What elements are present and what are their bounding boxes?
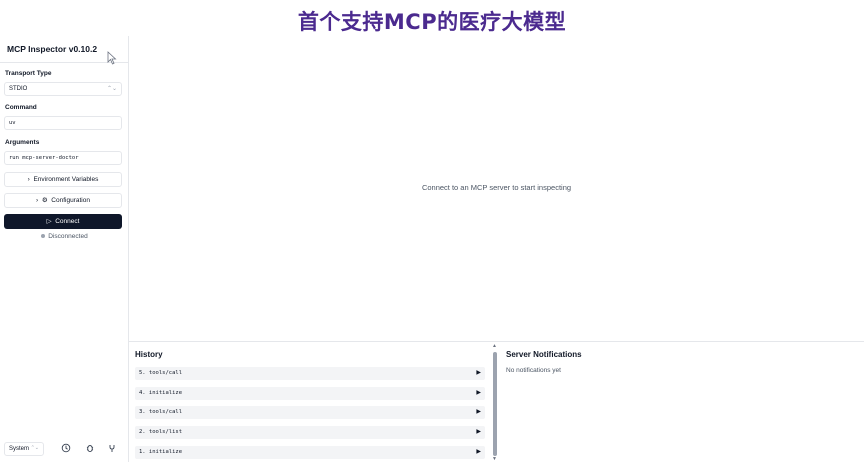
history-item[interactable]: 5. tools/call ▶ <box>135 367 485 380</box>
history-item-label: 3. tools/call <box>139 409 183 415</box>
select-chevron-icon: ⌃⌄ <box>30 445 39 451</box>
mouse-cursor-icon <box>107 51 117 65</box>
history-scrollbar[interactable]: ▲ ▼ <box>492 343 497 462</box>
bug-icon[interactable] <box>85 443 95 453</box>
history-panel: History 5. tools/call ▶ 4. initialize ▶ … <box>129 342 497 462</box>
connect-label: Connect <box>55 218 80 225</box>
theme-select-value: System <box>9 446 30 452</box>
arguments-label: Arguments <box>5 139 40 146</box>
bottom-panel: History 5. tools/call ▶ 4. initialize ▶ … <box>129 341 864 462</box>
server-notifications-panel: Server Notifications No notifications ye… <box>499 342 864 462</box>
help-circle-icon[interactable] <box>61 443 71 453</box>
triangle-right-icon: ▶ <box>476 428 481 435</box>
history-item-label: 2. tools/list <box>139 429 183 435</box>
notifications-title: Server Notifications <box>506 350 582 359</box>
sidebar: MCP Inspector v0.10.2 Transport Type STD… <box>0 36 129 462</box>
history-title: History <box>135 350 163 359</box>
history-item-label: 1. initialize <box>139 449 183 455</box>
history-item-label: 5. tools/call <box>139 370 183 376</box>
environment-variables-button[interactable]: › Environment Variables <box>4 172 122 187</box>
scroll-up-icon[interactable]: ▲ <box>492 343 497 349</box>
scroll-down-icon[interactable]: ▼ <box>492 456 497 462</box>
command-input[interactable]: uv <box>4 116 122 130</box>
scrollbar-thumb[interactable] <box>493 352 497 456</box>
select-chevron-icon: ⌃⌄ <box>106 86 117 92</box>
environment-variables-label: Environment Variables <box>33 176 99 183</box>
triangle-right-icon: ▶ <box>476 369 481 376</box>
notifications-empty-message: No notifications yet <box>506 367 561 374</box>
arguments-input[interactable]: run mcp-server-doctor <box>4 151 122 165</box>
history-item-label: 4. initialize <box>139 390 183 396</box>
github-icon[interactable] <box>107 443 117 453</box>
history-item[interactable]: 1. initialize ▶ <box>135 446 485 459</box>
status-dot-icon <box>41 234 46 239</box>
triangle-right-icon: ▶ <box>476 448 481 455</box>
configuration-button[interactable]: › ⚙ Configuration <box>4 193 122 208</box>
chevron-right-icon: › <box>36 197 39 204</box>
transport-type-label: Transport Type <box>5 70 52 77</box>
theme-select[interactable]: System ⌃⌄ <box>4 442 44 456</box>
history-item[interactable]: 3. tools/call ▶ <box>135 406 485 419</box>
status-text: Disconnected <box>48 233 88 240</box>
banner-title: 首个支持MCP的医疗大模型 <box>297 10 567 34</box>
command-label: Command <box>5 104 37 111</box>
main-panel: Connect to an MCP server to start inspec… <box>129 36 864 341</box>
connection-status: Disconnected <box>0 233 129 240</box>
history-item[interactable]: 2. tools/list ▶ <box>135 426 485 439</box>
play-icon: ▷ <box>46 218 52 225</box>
transport-type-value: STDIO <box>9 86 28 92</box>
chevron-right-icon: › <box>27 176 30 183</box>
transport-type-select[interactable]: STDIO ⌃⌄ <box>4 82 122 96</box>
triangle-right-icon: ▶ <box>476 408 481 415</box>
empty-state-message: Connect to an MCP server to start inspec… <box>421 183 572 192</box>
triangle-right-icon: ▶ <box>476 389 481 396</box>
connect-button[interactable]: ▷ Connect <box>4 214 122 229</box>
history-item[interactable]: 4. initialize ▶ <box>135 387 485 400</box>
gear-icon: ⚙ <box>41 197 48 204</box>
configuration-label: Configuration <box>51 197 90 204</box>
